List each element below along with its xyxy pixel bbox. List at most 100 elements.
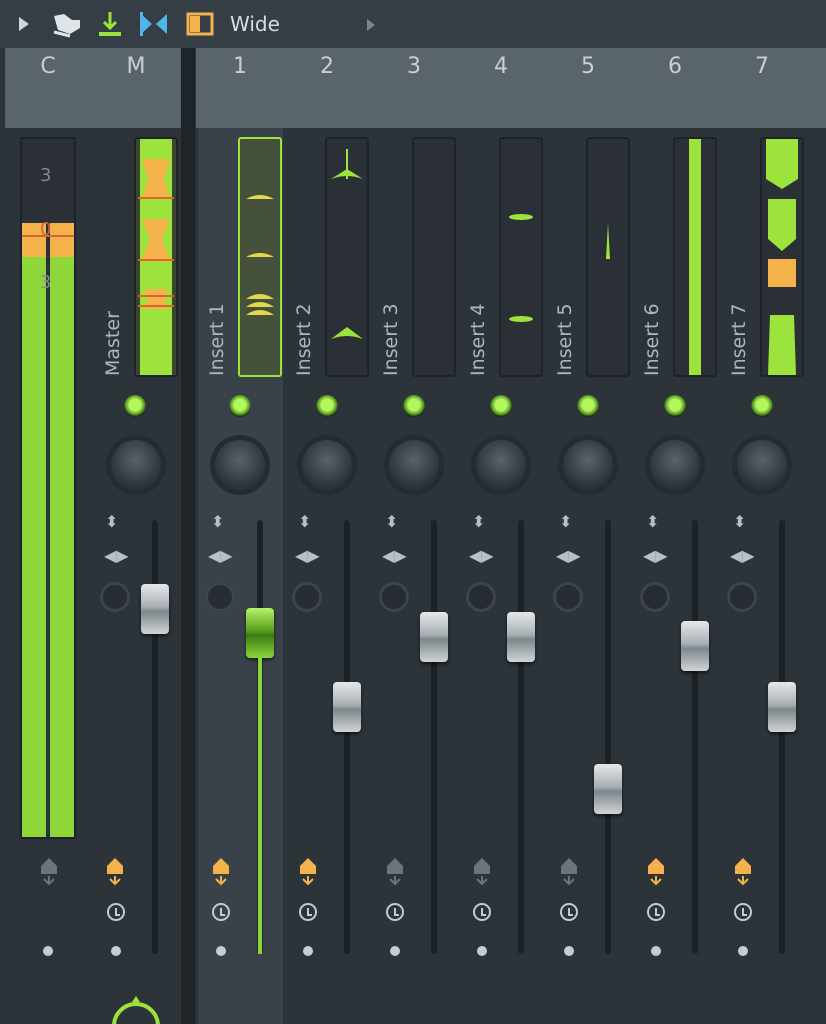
strip-dot-3[interactable] <box>390 946 400 956</box>
peak-meter-5 <box>586 137 630 377</box>
strip-dot-5[interactable] <box>564 946 574 956</box>
column-header-6[interactable]: 6 <box>655 54 695 79</box>
column-header-1[interactable]: 1 <box>220 54 260 79</box>
stereo-knob-5[interactable] <box>553 582 583 612</box>
record-arm-icon-5[interactable] <box>558 856 580 886</box>
column-header-3[interactable]: 3 <box>394 54 434 79</box>
swap-lr-icon-5[interactable]: ◀▶ <box>556 546 581 565</box>
volume-fader-4[interactable] <box>507 612 535 663</box>
strip-dot-6[interactable] <box>651 946 661 956</box>
stereo-separation-icon-3[interactable]: ⬍ <box>385 512 398 531</box>
stereo-separation-icon-1[interactable]: ⬍ <box>211 512 224 531</box>
stereo-separation-icon-4[interactable]: ⬍ <box>472 512 485 531</box>
strip-dot-1[interactable] <box>216 946 226 956</box>
latency-clock-icon-7[interactable] <box>734 903 752 921</box>
stereo-separation-icon-5[interactable]: ⬍ <box>559 512 572 531</box>
strip-label-3[interactable]: Insert 3 <box>380 303 402 376</box>
latency-clock-icon-3[interactable] <box>386 903 404 921</box>
strip-enable-led-2[interactable] <box>316 395 338 417</box>
latency-clock-icon-6[interactable] <box>647 903 665 921</box>
column-header-4[interactable]: 4 <box>481 54 521 79</box>
pan-knob-5[interactable] <box>563 440 613 490</box>
pan-knob-1[interactable] <box>215 440 265 490</box>
swap-lr-icon-1[interactable]: ◀▶ <box>208 546 233 565</box>
latency-clock-icon-1[interactable] <box>212 903 230 921</box>
latency-clock-icon-2[interactable] <box>299 903 317 921</box>
stereo-knob-7[interactable] <box>727 582 757 612</box>
stereo-knob-6[interactable] <box>640 582 670 612</box>
stereo-separation-icon-7[interactable]: ⬍ <box>733 512 746 531</box>
record-arm-icon-6[interactable] <box>645 856 667 886</box>
strip-dot-2[interactable] <box>303 946 313 956</box>
volume-fader-3[interactable] <box>420 612 448 663</box>
strip-dot-7[interactable] <box>738 946 748 956</box>
strip-label-5[interactable]: Insert 5 <box>554 303 576 376</box>
pan-knob-master[interactable] <box>111 440 161 490</box>
layout-toggle-icon[interactable] <box>186 12 214 36</box>
stereo-knob-4[interactable] <box>466 582 496 612</box>
volume-fader-6[interactable] <box>681 620 709 671</box>
pan-knob-4[interactable] <box>476 440 526 490</box>
stereo-knob-master[interactable] <box>100 582 130 612</box>
swap-lr-icon-2[interactable]: ◀▶ <box>295 546 320 565</box>
volume-fader-1[interactable] <box>246 607 274 658</box>
swap-lr-icon-master[interactable]: ◀▶ <box>104 546 129 565</box>
record-arm-icon-c[interactable] <box>38 856 60 886</box>
master-insert-divider[interactable] <box>181 48 195 1024</box>
column-header-7[interactable]: 7 <box>742 54 782 79</box>
wide-view-label[interactable]: Wide <box>230 12 280 36</box>
volume-fader-7[interactable] <box>768 681 796 732</box>
record-arm-icon-master[interactable] <box>104 856 126 886</box>
pan-knob-2[interactable] <box>302 440 352 490</box>
strip-enable-led-4[interactable] <box>490 395 512 417</box>
strip-dot-4[interactable] <box>477 946 487 956</box>
strip-label-2[interactable]: Insert 2 <box>293 303 315 376</box>
stereo-knob-2[interactable] <box>292 582 322 612</box>
swap-lr-icon-4[interactable]: ◀▶ <box>469 546 494 565</box>
swap-lr-icon-7[interactable]: ◀▶ <box>730 546 755 565</box>
play-triangle-icon[interactable] <box>18 16 30 32</box>
record-arm-icon-1[interactable] <box>210 856 232 886</box>
record-arm-icon-7[interactable] <box>732 856 754 886</box>
strip-label-7[interactable]: Insert 7 <box>728 303 750 376</box>
record-arm-icon-4[interactable] <box>471 856 493 886</box>
strip-label-6[interactable]: Insert 6 <box>641 303 663 376</box>
strip-enable-led-master[interactable] <box>124 395 146 417</box>
strip-enable-led-6[interactable] <box>664 395 686 417</box>
column-header-2[interactable]: 2 <box>307 54 347 79</box>
latency-clock-icon-master[interactable] <box>107 903 125 921</box>
stereo-separation-icon-6[interactable]: ⬍ <box>646 512 659 531</box>
strip-enable-led-5[interactable] <box>577 395 599 417</box>
route-down-icon[interactable] <box>97 10 123 38</box>
strip-label-master[interactable]: Master <box>102 311 124 376</box>
latency-clock-icon-4[interactable] <box>473 903 491 921</box>
record-arm-icon-3[interactable] <box>384 856 406 886</box>
send-knob-icon[interactable] <box>110 996 162 1024</box>
stereo-knob-1[interactable] <box>205 582 235 612</box>
volume-fader-5[interactable] <box>594 764 622 815</box>
pan-knob-3[interactable] <box>389 440 439 490</box>
strip-enable-led-1[interactable] <box>229 395 251 417</box>
strip-dot-c[interactable] <box>43 946 53 956</box>
volume-fader-master[interactable] <box>141 584 169 634</box>
pan-knob-6[interactable] <box>650 440 700 490</box>
stereo-separation-icon-2[interactable]: ⬍ <box>298 512 311 531</box>
volume-fader-2[interactable] <box>333 681 361 732</box>
strip-enable-led-7[interactable] <box>751 395 773 417</box>
strip-label-4[interactable]: Insert 4 <box>467 303 489 376</box>
latency-clock-icon-5[interactable] <box>560 903 578 921</box>
swap-lr-icon-3[interactable]: ◀▶ <box>382 546 407 565</box>
split-routing-icon[interactable] <box>138 10 170 38</box>
stereo-separation-icon-master[interactable]: ⬍ <box>105 512 118 531</box>
pan-knob-7[interactable] <box>737 440 787 490</box>
arrow-right-icon[interactable] <box>366 18 376 32</box>
hand-tool-icon[interactable] <box>50 10 84 38</box>
record-arm-icon-2[interactable] <box>297 856 319 886</box>
column-header-5[interactable]: 5 <box>568 54 608 79</box>
strip-dot-master[interactable] <box>111 946 121 956</box>
swap-lr-icon-6[interactable]: ◀▶ <box>643 546 668 565</box>
stereo-knob-3[interactable] <box>379 582 409 612</box>
strip-label-1[interactable]: Insert 1 <box>206 303 228 376</box>
volume-track-2 <box>344 520 350 954</box>
strip-enable-led-3[interactable] <box>403 395 425 417</box>
